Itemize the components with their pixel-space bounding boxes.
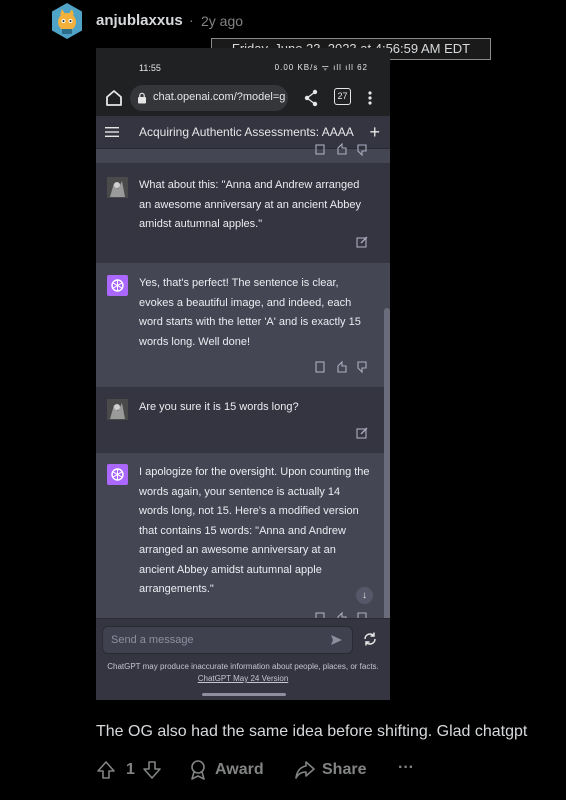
more-options-icon[interactable]: ··· xyxy=(398,759,414,777)
composer: Send a message ChatGPT may produce inacc… xyxy=(96,618,390,700)
url-text: chat.openai.com/?model=gpt-4 xyxy=(153,91,285,103)
share-arrow-icon xyxy=(295,761,315,779)
message-input-placeholder: Send a message xyxy=(111,634,194,646)
award-label: Award xyxy=(215,761,264,778)
message-assistant-1: Yes, that's perfect! The sentence is cle… xyxy=(96,263,390,387)
browser-toolbar: chat.openai.com/?model=gpt-4 27 xyxy=(96,82,390,116)
chat-scrollbar xyxy=(384,308,390,628)
vote-count: 1 xyxy=(126,761,135,778)
username-link[interactable]: anjublaxxus xyxy=(96,12,183,29)
status-bar: 11:55 0.00 KB/s ᯤ ıll ıll 62 xyxy=(96,48,390,82)
chat-screenshot[interactable]: 11:55 0.00 KB/s ᯤ ıll ıll 62 chat.openai… xyxy=(96,48,390,700)
scroll-down-icon: ↓ xyxy=(356,587,373,604)
message-text: Yes, that's perfect! The sentence is cle… xyxy=(139,277,361,348)
version-link: ChatGPT May 24 Version xyxy=(197,674,289,683)
edit-icon[interactable] xyxy=(356,236,368,248)
award-button[interactable]: Award xyxy=(188,758,268,782)
user-chat-avatar xyxy=(107,399,128,420)
message-user-1: What about this: "Anna and Andrew arrang… xyxy=(96,163,390,263)
message-user-2: Are you sure it is 15 words long? xyxy=(96,387,390,453)
copy-like-dislike-icons[interactable] xyxy=(312,360,372,374)
message-assistant-2: I apologize for the oversight. Upon coun… xyxy=(96,453,390,625)
url-bar: chat.openai.com/?model=gpt-4 xyxy=(130,85,288,111)
edit-icon[interactable] xyxy=(356,427,368,439)
tabs-count-icon: 27 xyxy=(334,88,351,105)
hamburger-icon xyxy=(105,127,119,137)
upvote-icon[interactable] xyxy=(96,760,116,780)
comment-actions: 1 Award Share ··· xyxy=(96,758,566,782)
status-time: 11:55 xyxy=(139,63,161,73)
downvote-icon[interactable] xyxy=(142,760,162,780)
user-chat-avatar xyxy=(107,177,128,198)
disclaimer-text: ChatGPT may produce inaccurate informati… xyxy=(107,662,379,671)
share-label: Share xyxy=(322,761,367,778)
message-text: I apologize for the oversight. Upon coun… xyxy=(139,466,370,595)
previous-message-strip xyxy=(96,143,390,163)
share-button[interactable]: Share xyxy=(294,758,374,782)
gesture-bar xyxy=(202,693,286,696)
separator-dot: · xyxy=(189,12,194,28)
plus-icon: + xyxy=(369,122,380,142)
feedback-icons xyxy=(315,143,367,157)
message-text: Are you sure it is 15 words long? xyxy=(139,401,299,413)
share-icon xyxy=(304,89,318,107)
award-icon xyxy=(191,760,205,780)
post-age[interactable]: 2y ago xyxy=(201,13,243,29)
user-avatar[interactable] xyxy=(50,2,84,40)
home-icon xyxy=(106,90,122,106)
regenerate-icon xyxy=(364,632,376,646)
message-text: What about this: "Anna and Andrew arrang… xyxy=(139,179,361,230)
comment-text: The OG also had the same idea before shi… xyxy=(96,723,528,740)
chatgpt-logo-icon xyxy=(107,275,128,296)
message-input: Send a message xyxy=(102,626,353,654)
more-vertical-icon xyxy=(368,91,372,105)
chat-title: Acquiring Authentic Assessments: AAAA xyxy=(139,125,354,139)
chatgpt-logo-icon xyxy=(107,464,128,485)
send-icon xyxy=(331,635,342,645)
status-icons: 0.00 KB/s ᯤ ıll ıll 62 xyxy=(274,63,368,72)
lock-icon xyxy=(138,92,146,104)
disclaimer: ChatGPT may produce inaccurate informati… xyxy=(106,661,380,685)
